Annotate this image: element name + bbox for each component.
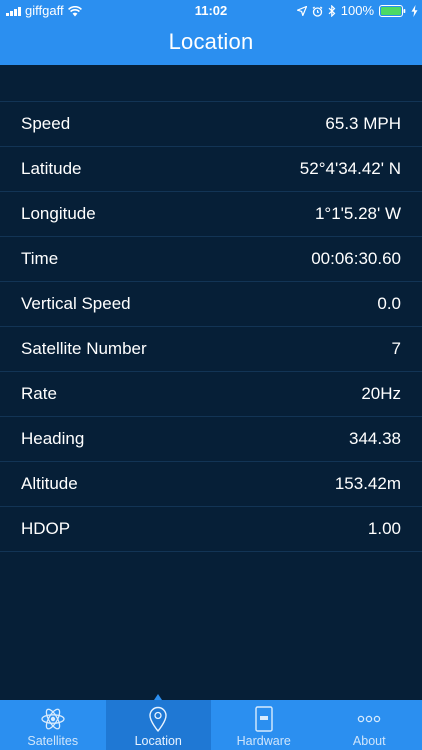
map-pin-icon: [149, 706, 167, 732]
tab-satellites[interactable]: Satellites: [0, 700, 106, 750]
row-value: 1.00: [367, 519, 401, 538]
row-label: Satellite Number: [21, 339, 147, 358]
charging-bolt-icon: [411, 5, 418, 17]
tab-bar: Satellites Location Hardware About: [0, 694, 422, 750]
row-label: Longitude: [21, 204, 96, 223]
row-label: Rate: [21, 384, 57, 403]
row-value: 1°1'5.28' W: [314, 204, 401, 223]
tab-label: Hardware: [236, 734, 291, 748]
app-header: giffgaff 11:02 100% Location: [0, 0, 422, 65]
atom-icon: [41, 708, 65, 730]
row-value: 7: [391, 339, 401, 358]
alarm-clock-icon: [312, 6, 323, 17]
row-heading: Heading 344.38: [0, 417, 422, 462]
row-label: Vertical Speed: [21, 294, 131, 313]
row-vertical-speed: Vertical Speed 0.0: [0, 282, 422, 327]
row-value: 153.42m: [334, 474, 401, 493]
row-label: Heading: [21, 429, 85, 448]
row-value: 52°4'34.42' N: [299, 159, 401, 178]
row-label: Latitude: [21, 159, 82, 178]
row-label: Speed: [21, 114, 71, 133]
tab-hardware[interactable]: Hardware: [211, 700, 317, 750]
row-label: Time: [21, 249, 59, 268]
bluetooth-icon: [328, 5, 336, 17]
status-bar: giffgaff 11:02 100%: [0, 0, 422, 22]
row-label: HDOP: [21, 519, 71, 538]
row-hdop: HDOP 1.00: [0, 507, 422, 552]
tab-location[interactable]: Location: [105, 694, 211, 750]
battery-icon: [379, 5, 406, 17]
row-value: 0.0: [377, 294, 401, 313]
row-speed: Speed 65.3 MPH: [0, 102, 422, 147]
row-value: 344.38: [349, 429, 401, 448]
battery-percent: 100%: [340, 3, 374, 18]
tab-label: About: [352, 734, 386, 748]
tab-label: Location: [134, 734, 182, 748]
tab-about[interactable]: About: [317, 700, 422, 750]
active-tab-indicator: [154, 694, 163, 700]
page-title: Location: [168, 29, 254, 54]
tab-label: Satellites: [27, 734, 79, 748]
row-altitude: Altitude 153.42m: [0, 462, 422, 507]
row-value: 20Hz: [361, 384, 401, 403]
row-value: 00:06:30.60: [311, 249, 401, 268]
row-rate: Rate 20Hz: [0, 372, 422, 417]
location-info-list: Speed 65.3 MPH Latitude 52°4'34.42' N Lo…: [0, 101, 422, 552]
row-time: Time 00:06:30.60: [0, 237, 422, 282]
row-latitude: Latitude 52°4'34.42' N: [0, 147, 422, 192]
row-longitude: Longitude 1°1'5.28' W: [0, 192, 422, 237]
location-arrow-icon: [296, 6, 307, 16]
row-label: Altitude: [21, 474, 78, 493]
row-value: 65.3 MPH: [325, 114, 401, 133]
device-icon: [255, 706, 273, 732]
status-right: 100%: [296, 0, 418, 22]
row-satellite-number: Satellite Number 7: [0, 327, 422, 372]
more-dots-icon: [358, 715, 381, 723]
